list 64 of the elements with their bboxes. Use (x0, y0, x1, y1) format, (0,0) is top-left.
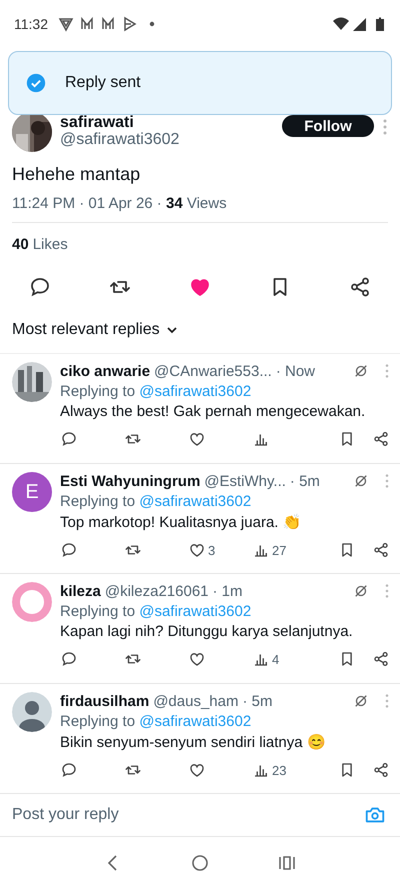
reply-text: Top markotop! Kualitasnya juara. 👏 (60, 513, 303, 531)
play-icon (124, 17, 136, 31)
view-count: 27 (272, 542, 286, 558)
share-icon[interactable] (348, 275, 372, 299)
like-icon[interactable] (188, 761, 206, 779)
mention-link[interactable]: @safirawati3602 (139, 713, 252, 730)
like-icon[interactable] (188, 430, 206, 448)
reply-time: · Now (276, 362, 315, 380)
mention-link[interactable]: @safirawati3602 (139, 383, 252, 400)
mail-icon (102, 16, 114, 30)
post-text: Hehehe mantap (12, 164, 142, 185)
replying-to-text: Replying to @safirawati3602 (60, 603, 252, 620)
reply-icon[interactable] (60, 761, 78, 779)
reply-text: Always the best! Gak pernah mengecewakan. (60, 403, 366, 420)
reply-time: · 1m (212, 582, 243, 600)
reply-author-handle: @EstiWhy... (204, 472, 286, 490)
reply-input-field[interactable]: Post your reply (12, 806, 364, 824)
replies-sort-dropdown[interactable]: Most relevant replies (12, 321, 178, 339)
share-icon[interactable] (372, 761, 390, 779)
mail-icon (81, 16, 93, 30)
reply-author-handle: @kileza216061 (104, 582, 209, 600)
shield-icon (58, 18, 74, 32)
author-handle: @safirawati3602 (60, 131, 180, 149)
share-icon[interactable] (372, 541, 390, 559)
share-icon[interactable] (372, 650, 390, 668)
replying-to-text: Replying to @safirawati3602 (60, 493, 252, 510)
post-meta: 11:24 PM · 01 Apr 26 · 34 Views (12, 195, 388, 223)
status-time: 11:32 (14, 16, 48, 32)
dot-icon (150, 22, 154, 26)
reply-author-name: firdausilham (60, 692, 150, 710)
signal-icon (353, 18, 366, 31)
likes-label[interactable]: Likes (32, 236, 68, 253)
like-icon[interactable] (188, 650, 206, 668)
share-icon[interactable] (372, 430, 390, 448)
mention-link[interactable]: @safirawati3602 (139, 603, 252, 620)
reply-time: · 5m (290, 472, 320, 490)
reply-text: Kapan lagi nih? Ditunggu karya selanjutnya. (60, 623, 354, 640)
reply-time: · 5m (242, 692, 272, 710)
reply-icon[interactable] (60, 650, 78, 668)
reply-author-name: kileza (60, 582, 101, 600)
view-count: 4 (272, 652, 280, 666)
replying-to-text: Replying to @safirawati3602 (60, 383, 252, 400)
reply-author-name: Esti Wahyuningrum (60, 472, 200, 490)
like-icon[interactable] (188, 541, 206, 559)
reply-author-handle: @CAnwarie553... (154, 362, 272, 380)
likes-count: 40 (12, 236, 29, 253)
reply-text: Bikin senyum-senyum sendiri liatnya 😊 (60, 733, 327, 751)
replying-to-text: Replying to @safirawati3602 (60, 713, 252, 730)
reply-icon[interactable] (60, 541, 78, 559)
follow-button[interactable]: Follow (282, 115, 374, 137)
wifi-icon (333, 18, 349, 30)
view-count: 23 (272, 762, 286, 778)
like-count: 3 (208, 542, 216, 558)
avatar: E (12, 472, 52, 512)
check-circle-icon (25, 72, 47, 94)
reply-icon[interactable] (60, 430, 78, 448)
author-name: safirawati (60, 115, 135, 131)
reply-author-name: ciko anwarie (60, 362, 150, 380)
reply-author-handle: @daus_ham (153, 692, 238, 710)
battery-icon (376, 18, 384, 31)
mention-link[interactable]: @safirawati3602 (139, 493, 252, 510)
default-avatar-icon (12, 692, 52, 732)
reply-icon[interactable] (28, 275, 52, 299)
toast-text: Reply sent (65, 74, 141, 92)
